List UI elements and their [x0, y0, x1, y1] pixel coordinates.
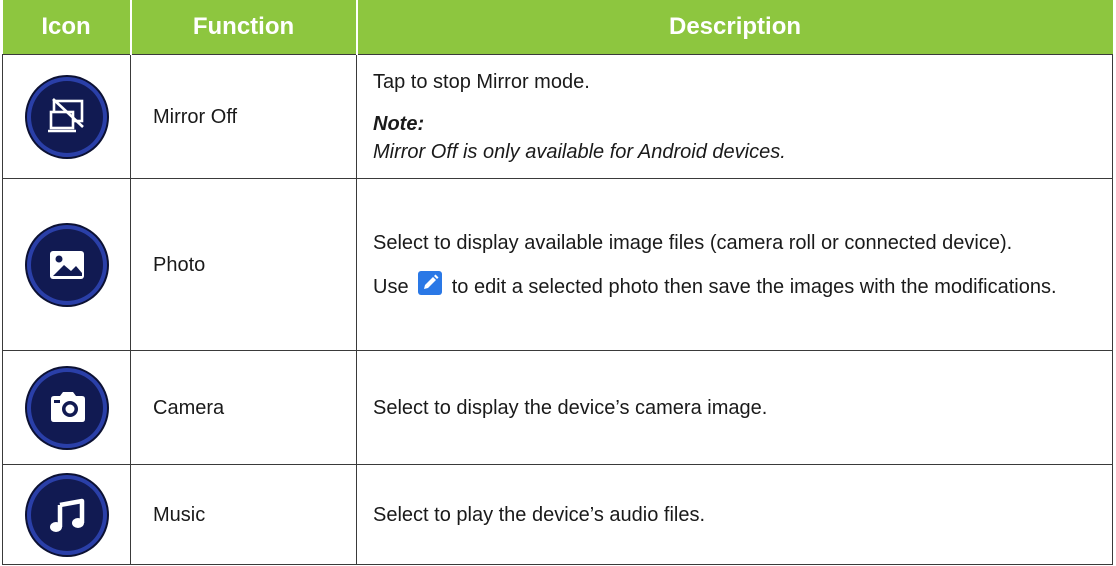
description-cell: Tap to stop Mirror mode. Note: Mirror Of…: [356, 54, 1113, 179]
function-name: Mirror Off: [130, 54, 357, 179]
mirror-off-icon: [26, 76, 107, 157]
icon-cell: [2, 464, 131, 565]
function-name: Photo: [130, 178, 357, 351]
function-name: Camera: [130, 350, 357, 465]
header-icon: Icon: [2, 0, 132, 55]
table-row-photo: Photo Select to display available image …: [2, 178, 1113, 351]
table-row-music: Music Select to play the device’s audio …: [2, 464, 1113, 565]
camera-icon: [26, 367, 107, 448]
description-text-2: Use to edit a selected photo then save t…: [373, 270, 1098, 301]
table-row-camera: Camera Select to display the device’s ca…: [2, 350, 1113, 465]
description-text: Select to display the device’s camera im…: [373, 396, 768, 419]
function-name: Music: [130, 464, 357, 565]
header-description: Description: [356, 0, 1113, 55]
music-note-icon: [26, 474, 107, 555]
description-edit-text: to edit a selected photo then save the i…: [451, 275, 1057, 298]
description-cell: Select to display available image files …: [356, 178, 1113, 351]
note-label: Note:: [373, 112, 425, 135]
icon-cell: [2, 54, 131, 179]
description-text: Select to play the device’s audio files.: [373, 503, 706, 526]
header-function: Function: [130, 0, 358, 55]
description-use-label: Use: [373, 275, 409, 298]
description-text: Select to display available image files …: [373, 231, 1013, 254]
icon-cell: [2, 178, 131, 351]
table-row-mirror-off: Mirror Off Tap to stop Mirror mode. Note…: [2, 54, 1113, 179]
note-text: Mirror Off is only available for Android…: [373, 140, 786, 163]
icon-cell: [2, 350, 131, 465]
description-cell: Select to display the device’s camera im…: [356, 350, 1113, 465]
pencil-edit-icon: [418, 270, 443, 295]
photo-icon: [26, 224, 107, 305]
description-cell: Select to play the device’s audio files.: [356, 464, 1113, 565]
function-table: Icon Function Description Mirror Off Tap: [2, 0, 1113, 565]
description-text: Tap to stop Mirror mode.: [373, 70, 590, 93]
table-header-row: Icon Function Description: [2, 0, 1113, 55]
